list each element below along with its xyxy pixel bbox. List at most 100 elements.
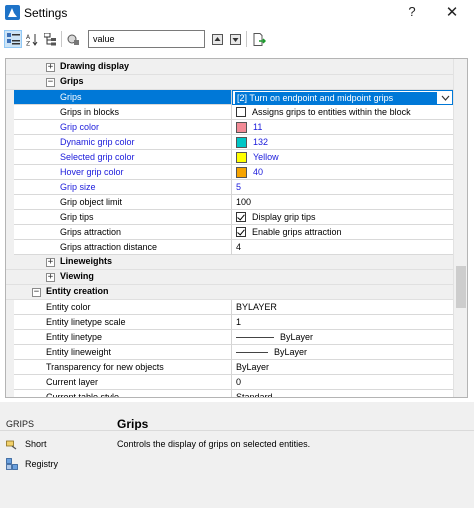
arrow-up-icon [211,33,223,45]
category-grips[interactable]: − Grips [6,75,453,90]
setting-row-entity-linetype-scale[interactable]: Entity linetype scale 1 [6,315,453,330]
collapse-minus-icon[interactable]: − [46,78,55,87]
category-lineweights[interactable]: + Lineweights [6,255,453,270]
checkbox-checked[interactable] [236,212,246,222]
setting-value[interactable]: 5 [232,180,453,195]
toolbar-separator [246,31,247,47]
collapse-minus-icon[interactable]: − [32,288,41,297]
chevron-down-icon[interactable] [441,94,450,102]
value-text: 0 [236,377,242,387]
setting-value[interactable]: 40 [232,165,453,180]
setting-value[interactable]: 1 [232,315,453,330]
setting-row-current-table-style[interactable]: Current table style Standard [6,390,453,398]
short-icon [6,440,17,450]
alphabetical-icon: A Z [26,33,37,46]
setting-value[interactable]: Enable grips attraction [232,225,453,240]
setting-value[interactable]: 4 [232,240,453,255]
setting-row-grips-attraction[interactable]: Grips attraction Enable grips attraction [6,225,453,240]
registry-link[interactable]: Registry [6,457,58,471]
search-input[interactable] [88,30,205,48]
checkbox-checked[interactable] [236,227,246,237]
description-divider [0,430,474,431]
toolbar: A Z [0,27,474,53]
toolbar-separator [61,31,62,47]
category-viewing[interactable]: + Viewing [6,270,453,285]
setting-row-grip-tips[interactable]: Grip tips Display grip tips [6,210,453,225]
description-pane: GRIPS Short Registry Grips Controls the … [0,402,474,508]
setting-value[interactable]: BYLAYER [232,300,453,315]
setting-name: Grips attraction distance [14,240,232,255]
tree-icon [43,32,56,45]
description-sidebar: GRIPS Short Registry [0,402,112,508]
setting-value[interactable]: 11 [232,120,453,135]
color-swatch [236,121,247,133]
value-text: ByLayer [274,347,308,357]
checkbox-unchecked[interactable] [236,107,246,117]
export-button[interactable] [250,30,268,48]
previous-result-button[interactable] [208,30,226,48]
setting-name: Grips [14,90,232,105]
setting-value[interactable]: Display grip tips [232,210,453,225]
short-label: Short [25,439,47,449]
setting-row-entity-linetype[interactable]: Entity linetype ByLayer [6,330,453,345]
description-title: Grips [117,417,149,431]
setting-row-grip-color[interactable]: Grip color 11 [6,120,453,135]
setting-value[interactable]: 132 [232,135,453,150]
expand-plus-icon[interactable]: + [46,63,55,72]
expand-plus-icon[interactable]: + [46,273,55,282]
help-button[interactable]: ? [404,4,420,22]
category-label: Drawing display [60,61,130,71]
next-result-button[interactable] [226,30,244,48]
setting-value[interactable]: Standard [232,390,453,398]
color-swatch [236,151,247,163]
setting-row-hover-grip-color[interactable]: Hover grip color 40 [6,165,453,180]
expand-plus-icon[interactable]: + [46,258,55,267]
setting-name: Entity linetype [14,330,232,345]
setting-row-entity-lineweight[interactable]: Entity lineweight ByLayer [6,345,453,360]
value-text: 4 [236,242,242,252]
expand-collapse-button[interactable] [41,30,59,48]
close-button[interactable]: ✕ [443,3,461,23]
vertical-scrollbar[interactable] [453,59,467,397]
setting-name: Entity linetype scale [14,315,232,330]
category-drawing-display[interactable]: + Drawing display [6,60,453,75]
setting-row-entity-color[interactable]: Entity color BYLAYER [6,300,453,315]
setting-row-grip-size[interactable]: Grip size 5 [6,180,453,195]
setting-row-dynamic-grip-color[interactable]: Dynamic grip color 132 [6,135,453,150]
color-value: 132 [253,137,269,147]
setting-row-selected-grip-color[interactable]: Selected grip color Yellow [6,150,453,165]
checkbox-label: Enable grips attraction [252,227,342,237]
setting-value[interactable]: Assigns grips to entities within the blo… [232,105,453,120]
alphabetical-view-button[interactable]: A Z [23,30,41,48]
setting-row-grip-object-limit[interactable]: Grip object limit 100 [6,195,453,210]
setting-value[interactable]: ByLayer [232,330,453,345]
short-link[interactable]: Short [6,437,47,451]
value-text: ByLayer [236,362,270,372]
registry-label: Registry [25,459,59,469]
category-entity-creation[interactable]: − Entity creation [6,285,453,300]
setting-value[interactable]: 100 [232,195,453,210]
setting-row-transparency[interactable]: Transparency for new objects ByLayer [6,360,453,375]
categorized-view-button[interactable] [4,30,22,48]
setting-value[interactable]: ByLayer [232,360,453,375]
scrollbar-thumb[interactable] [456,266,466,308]
title-bar: Settings ? ✕ [0,0,474,27]
setting-value[interactable]: 0 [232,375,453,390]
setting-value[interactable]: ByLayer [232,345,453,360]
setting-name: Grip object limit [14,195,232,210]
export-icon [253,32,266,46]
filter-button[interactable] [64,30,82,48]
setting-row-grips[interactable]: Grips [2] Turn on endpoint and midpoint … [6,90,453,105]
grips-dropdown[interactable]: [2] Turn on endpoint and midpoint grips [232,90,453,105]
setting-name: Grips attraction [14,225,232,240]
setting-row-current-layer[interactable]: Current layer 0 [6,375,453,390]
setting-name: Selected grip color [14,150,232,165]
setting-value[interactable]: Yellow [232,150,453,165]
arrow-down-icon [229,33,241,45]
value-text: Standard [236,392,273,398]
category-label: Viewing [60,271,94,281]
setting-row-grips-attraction-distance[interactable]: Grips attraction distance 4 [6,240,453,255]
settings-tree[interactable]: + Drawing display − Grips Grips [2] Turn… [5,58,468,398]
description-text: Controls the display of grips on selecte… [117,439,311,449]
setting-row-grips-in-blocks[interactable]: Grips in blocks Assigns grips to entitie… [6,105,453,120]
